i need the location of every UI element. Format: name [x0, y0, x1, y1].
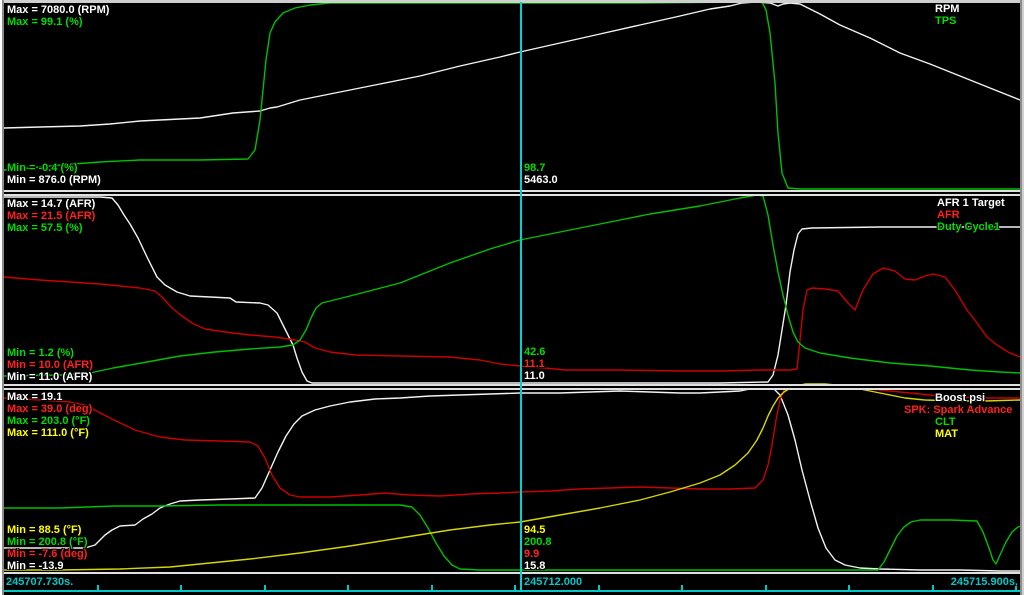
- panel3-min-stats: Min = 88.5 (°F)Min = 200.8 (°F)Min = -7.…: [7, 524, 88, 572]
- min-stat-label: Min = 200.8 (°F): [7, 536, 88, 548]
- panel-splitter-3: [4, 572, 1020, 574]
- panel2-max-stats: Max = 14.7 (AFR)Max = 21.5 (AFR)Max = 57…: [7, 198, 95, 234]
- graph-panel-rpm-tps[interactable]: [4, 3, 1020, 190]
- max-stat-label: Max = 111.0 (°F): [7, 427, 92, 439]
- min-stat-label: Min = 11.0 (AFR): [7, 371, 93, 383]
- legend-item[interactable]: SPK: Spark Advance: [904, 404, 1012, 416]
- window-border-top: [0, 0, 1024, 3]
- max-stat-label: Max = 99.1 (%): [7, 16, 109, 28]
- time-axis-start-label: 245707.730s.: [6, 576, 73, 588]
- panel1-legend: RPMTPS: [935, 3, 959, 27]
- panel3-cursor-values: 94.5200.89.915.8: [524, 524, 552, 572]
- max-stat-label: Max = 39.0 (deg): [7, 403, 92, 415]
- max-stat-label: Max = 14.7 (AFR): [7, 198, 95, 210]
- time-cursor-line[interactable]: [520, 2, 522, 592]
- cursor-value-label: 98.7: [524, 162, 558, 174]
- panel-splitter-1[interactable]: [4, 190, 1020, 196]
- min-stat-label: Min = 10.0 (AFR): [7, 359, 93, 371]
- cursor-value-label: 15.8: [524, 560, 552, 572]
- max-stat-label: Max = 57.5 (%): [7, 222, 95, 234]
- min-stat-label: Min = 1.2 (%): [7, 347, 93, 359]
- max-stat-label: Max = 7080.0 (RPM): [7, 4, 109, 16]
- legend-item[interactable]: AFR: [937, 209, 1005, 221]
- cursor-value-label: 94.5: [524, 524, 552, 536]
- cursor-value-label: 200.8: [524, 536, 552, 548]
- cursor-value-label: 11.1: [524, 358, 545, 370]
- min-stat-label: Min = -0.4 (%): [7, 162, 101, 174]
- panel1-max-stats: Max = 7080.0 (RPM)Max = 99.1 (%): [7, 4, 109, 28]
- panel2-legend: AFR 1 TargetAFRDuty Cycle1: [937, 197, 1005, 233]
- legend-item[interactable]: MAT: [935, 428, 1012, 440]
- panel2-cursor-values: 42.611.111.0: [524, 346, 545, 382]
- max-stat-label: Max = 19.1: [7, 391, 92, 403]
- time-axis-end-label: 245715.900s.: [951, 576, 1018, 588]
- legend-item[interactable]: Boost psi: [935, 392, 1012, 404]
- log-viewer-graph-window: Max = 7080.0 (RPM)Max = 99.1 (%) Min = -…: [0, 0, 1024, 595]
- panel1-min-stats: Min = -0.4 (%)Min = 876.0 (RPM): [7, 162, 101, 186]
- cursor-value-label: 5463.0: [524, 174, 558, 186]
- graph-panel-afr[interactable]: [4, 196, 1020, 384]
- cursor-value-label: 9.9: [524, 548, 552, 560]
- panel2-min-stats: Min = 1.2 (%)Min = 10.0 (AFR)Min = 11.0 …: [7, 347, 93, 383]
- window-border-left: [0, 0, 4, 595]
- legend-item[interactable]: Duty Cycle1: [937, 221, 1005, 233]
- legend-item[interactable]: CLT: [935, 416, 1012, 428]
- legend-item[interactable]: RPM: [935, 3, 959, 15]
- min-stat-label: Min = -7.6 (deg): [7, 548, 88, 560]
- panel3-legend: Boost psiSPK: Spark AdvanceCLTMAT: [935, 392, 1012, 440]
- cursor-value-label: 42.6: [524, 346, 545, 358]
- cursor-value-label: 11.0: [524, 370, 545, 382]
- max-stat-label: Max = 21.5 (AFR): [7, 210, 95, 222]
- panel1-cursor-values: 98.75463.0: [524, 162, 558, 186]
- graph-panel-boost-spark-temps[interactable]: [4, 390, 1020, 572]
- panel3-max-stats: Max = 19.1Max = 39.0 (deg)Max = 203.0 (°…: [7, 391, 92, 439]
- max-stat-label: Max = 203.0 (°F): [7, 415, 92, 427]
- min-stat-label: Min = 876.0 (RPM): [7, 174, 101, 186]
- min-stat-label: Min = -13.9: [7, 560, 88, 572]
- legend-item[interactable]: AFR 1 Target: [937, 197, 1005, 209]
- time-axis-cursor-label: 245712.000: [524, 576, 582, 588]
- legend-item[interactable]: TPS: [935, 15, 959, 27]
- window-border-right: [1020, 0, 1024, 595]
- panel-splitter-2[interactable]: [4, 384, 1020, 390]
- min-stat-label: Min = 88.5 (°F): [7, 524, 88, 536]
